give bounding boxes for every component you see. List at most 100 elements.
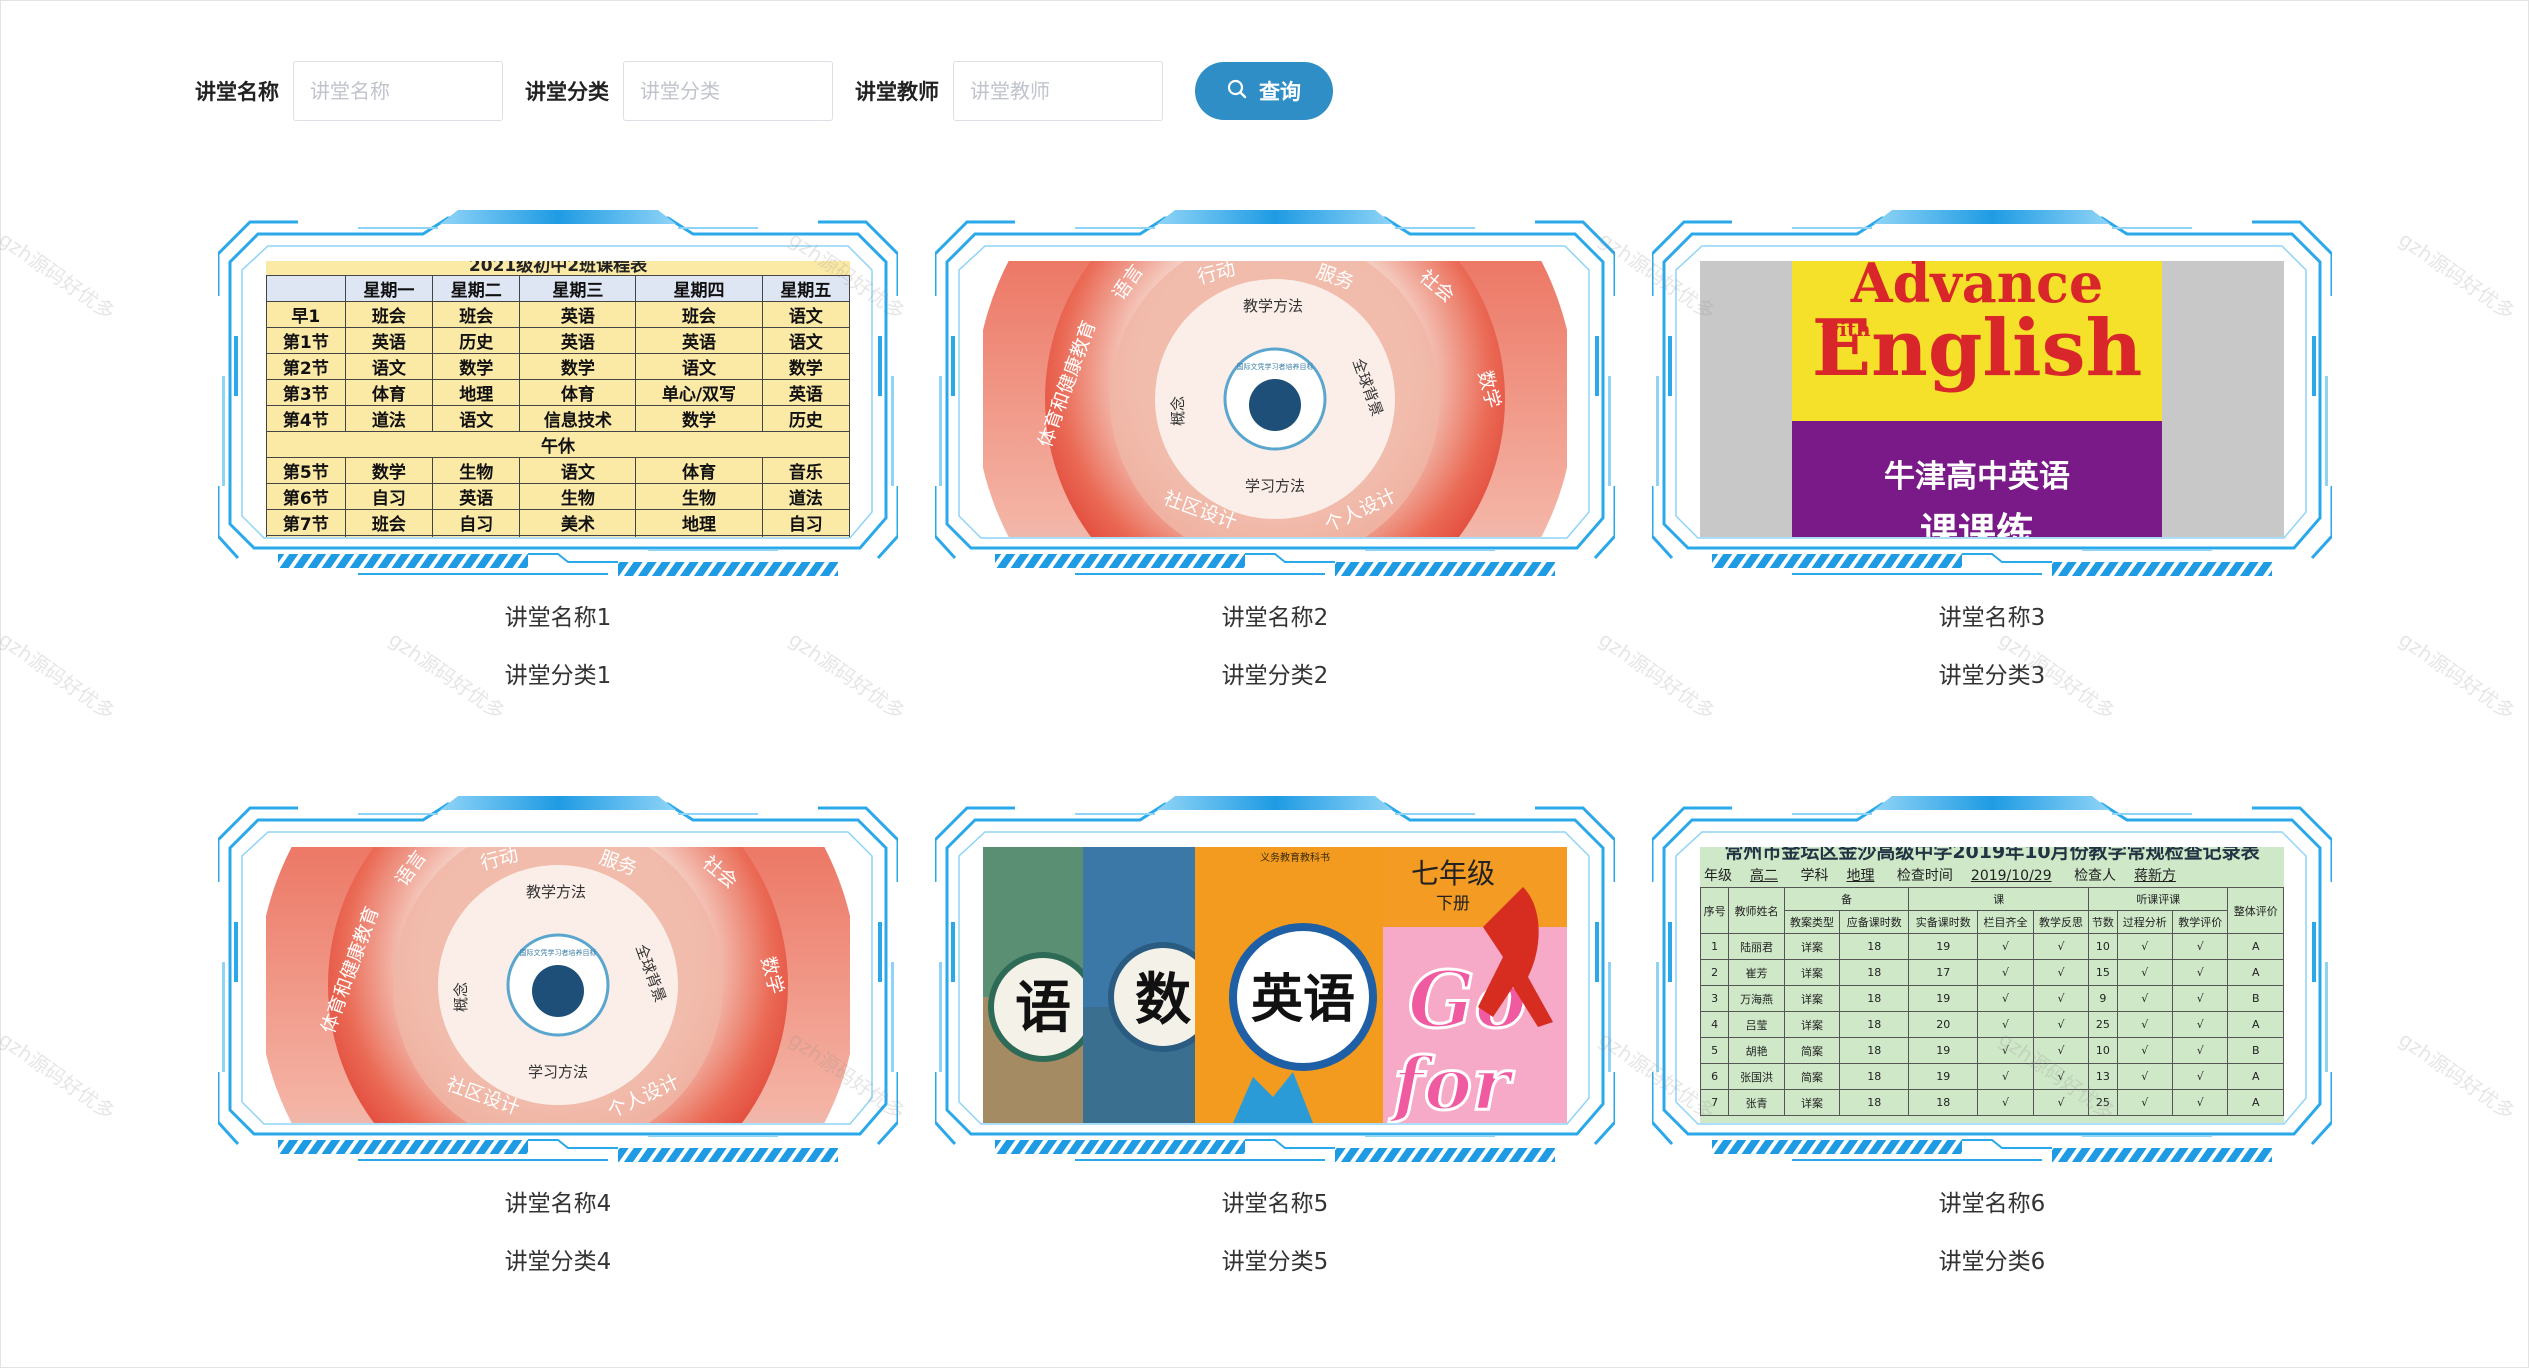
table-cell: A	[2227, 1063, 2284, 1090]
category-input[interactable]	[623, 61, 833, 121]
ib-wheel-image: 语言 行动 服务 社会 体育和健康教育 数学 社区设计 个人设计 教学方法 全球背景 学习方法 概念国…	[983, 261, 1567, 537]
table-cell: 第3节	[266, 379, 346, 406]
table-cell: 英语	[519, 327, 637, 354]
table-row: 第4节 道法 语文 信息技术 数学 历史	[266, 405, 850, 432]
table-row: 2 崔芳 详案 18 17 √ √ 15 √ √ A	[1700, 959, 2284, 986]
table-cell: √	[2171, 1089, 2229, 1116]
meta-time-label: 检查时间	[1896, 868, 1953, 884]
record-title: 常州市金坛区金沙高级中学2019年10月份教学常规检查记录表	[1724, 847, 2260, 863]
timetable-cell: 星期五	[761, 275, 850, 302]
table-cell: √	[2116, 1037, 2173, 1064]
wheel-inner-label: 学习方法	[528, 1063, 588, 1081]
table-cell: √	[1977, 1063, 2034, 1090]
card-category: 讲堂分类2	[1221, 663, 1329, 689]
table-cell: √	[2171, 959, 2229, 986]
table-cell: 生物	[635, 483, 763, 510]
book3-top: 义务教育教科书	[1260, 851, 1330, 864]
table-cell: B	[2227, 985, 2284, 1012]
table-cell: 地理	[432, 379, 521, 406]
table-cell: 25	[2088, 1089, 2118, 1116]
book1-title: 语	[1015, 975, 1071, 1041]
table-cell: 18	[1839, 933, 1910, 960]
table-cell: A	[2227, 959, 2284, 986]
table-cell: √	[2116, 1089, 2173, 1116]
lecture-card[interactable]: Advance with English 牛津高中英语 课课练 讲堂名称3 讲堂…	[1652, 196, 2332, 689]
table-cell: 19	[1908, 1037, 1979, 1064]
table-cell: A	[2227, 1089, 2284, 1116]
record-head-top: 序号 教师姓名 备 课 听课评课 整体评价	[1700, 887, 2284, 934]
card-thumbnail: 语言 行动 服务 社会 体育和健康教育 数学 社区设计 个人设计 教学方法 全球背景 学习方法 概念国…	[266, 847, 850, 1123]
table-cell: 第1节	[266, 327, 346, 354]
card-thumbnail: 语言 行动 服务 社会 体育和健康教育 数学 社区设计 个人设计 教学方法 全球背景 学习方法 概念国…	[983, 261, 1567, 537]
search-icon	[1227, 79, 1247, 104]
table-cell: 体育	[344, 379, 434, 406]
table-cell: 20	[1908, 1011, 1979, 1038]
record-head-cell: 节数	[2088, 910, 2118, 934]
table-cell: 18	[1839, 1063, 1910, 1090]
card-category: 讲堂分类6	[1938, 1249, 2046, 1275]
book4-for: for	[1388, 1041, 1515, 1123]
table-cell: 4	[1700, 1011, 1730, 1038]
lecture-card[interactable]: 2021级初中2班课程表 星期一 星期二 星期三 星期四 星期五 早1 班会 班会英…	[218, 196, 898, 689]
table-row: 第5节 数学 生物 语文 体育 音乐	[266, 457, 850, 484]
table-cell: 7	[1700, 1089, 1730, 1116]
lecture-card[interactable]: 常州市金坛区金沙高级中学2019年10月份教学常规检查记录表 年级 高二 学科 地理…	[1652, 782, 2332, 1275]
table-cell: 17	[1908, 959, 1979, 986]
table-cell: 道法	[761, 483, 850, 510]
record-head-cell: 栏目齐全	[1977, 910, 2034, 934]
lecture-card[interactable]: 语言 行动 服务 社会 体育和健康教育 数学 社区设计 个人设计 教学方法 全球背景 学习方法 概念国…	[935, 196, 1615, 689]
table-cell: 数学	[344, 457, 434, 484]
table-cell: √	[2116, 985, 2173, 1012]
timetable-cell: 星期二	[432, 275, 521, 302]
table-cell: 10	[2088, 1037, 2118, 1064]
table-cell: 美术	[519, 509, 637, 536]
book-cn-subtitle: 课课练	[1919, 510, 2034, 537]
timetable-image: 2021级初中2班课程表 星期一 星期二 星期三 星期四 星期五 早1 班会 班会英…	[266, 261, 850, 537]
timetable-break-row: 午休	[266, 431, 850, 458]
table-cell: 语文	[761, 327, 850, 354]
table-cell: 详案	[1783, 933, 1841, 960]
teacher-input[interactable]	[953, 61, 1163, 121]
table-cell: 简案	[1783, 1037, 1841, 1064]
table-cell: 崔芳	[1728, 959, 1785, 986]
table-cell: 数学	[519, 353, 637, 380]
query-button[interactable]: 查询	[1195, 62, 1333, 120]
table-cell: √	[1977, 1089, 2034, 1116]
table-cell: 详案	[1783, 985, 1841, 1012]
table-cell: 英语	[344, 327, 434, 354]
table-cell: √	[2116, 933, 2173, 960]
card-name: 讲堂名称1	[504, 605, 612, 631]
lecture-card[interactable]: 语 数 义务教育教科书 英语 七年级 下册 Go for 讲堂名称5 讲堂分类5	[935, 782, 1615, 1275]
table-cell: √	[2032, 985, 2090, 1012]
table-cell: √	[2032, 1011, 2090, 1038]
table-cell: √	[1977, 933, 2034, 960]
watermark-text: gzh源码好优多	[2394, 226, 2520, 325]
table-cell: 语文	[635, 353, 763, 380]
table-cell: 信息技术	[519, 405, 637, 432]
table-cell: 简案	[1783, 1063, 1841, 1090]
table-cell: 英语	[761, 379, 850, 406]
wheel-inner-label: 教学方法	[526, 883, 586, 901]
watermark-text: gzh源码好优多	[0, 1026, 120, 1125]
name-input[interactable]	[293, 61, 503, 121]
table-cell: √	[1977, 959, 2034, 986]
book4-volume: 下册	[1436, 894, 1470, 914]
table-cell: 班会	[344, 509, 434, 536]
table-cell: √	[2171, 1063, 2229, 1090]
record-head-cell: 听课评课	[2088, 887, 2229, 911]
table-cell: 班会	[432, 301, 521, 328]
table-cell: 历史	[432, 327, 521, 354]
lecture-card[interactable]: 语言 行动 服务 社会 体育和健康教育 数学 社区设计 个人设计 教学方法 全球背景 学习方法 概念国…	[218, 782, 898, 1275]
table-cell: 语文	[432, 405, 521, 432]
timetable-cell	[266, 275, 346, 302]
card-thumbnail: Advance with English 牛津高中英语 课课练	[1700, 261, 2284, 537]
table-row: 3 万海燕 详案 18 19 √ √ 9 √ √ B	[1700, 985, 2284, 1012]
table-row: 第1节 英语 历史 英语 英语 语文	[266, 327, 850, 354]
table-cell: √	[1977, 985, 2034, 1012]
card-thumbnail: 语 数 义务教育教科书 英语 七年级 下册 Go for	[983, 847, 1567, 1123]
timetable-break: 午休	[266, 431, 850, 458]
table-cell: 班会	[344, 301, 434, 328]
table-cell: 19	[1908, 1063, 1979, 1090]
table-cell: 第6节	[266, 483, 346, 510]
table-cell: √	[2116, 1011, 2173, 1038]
